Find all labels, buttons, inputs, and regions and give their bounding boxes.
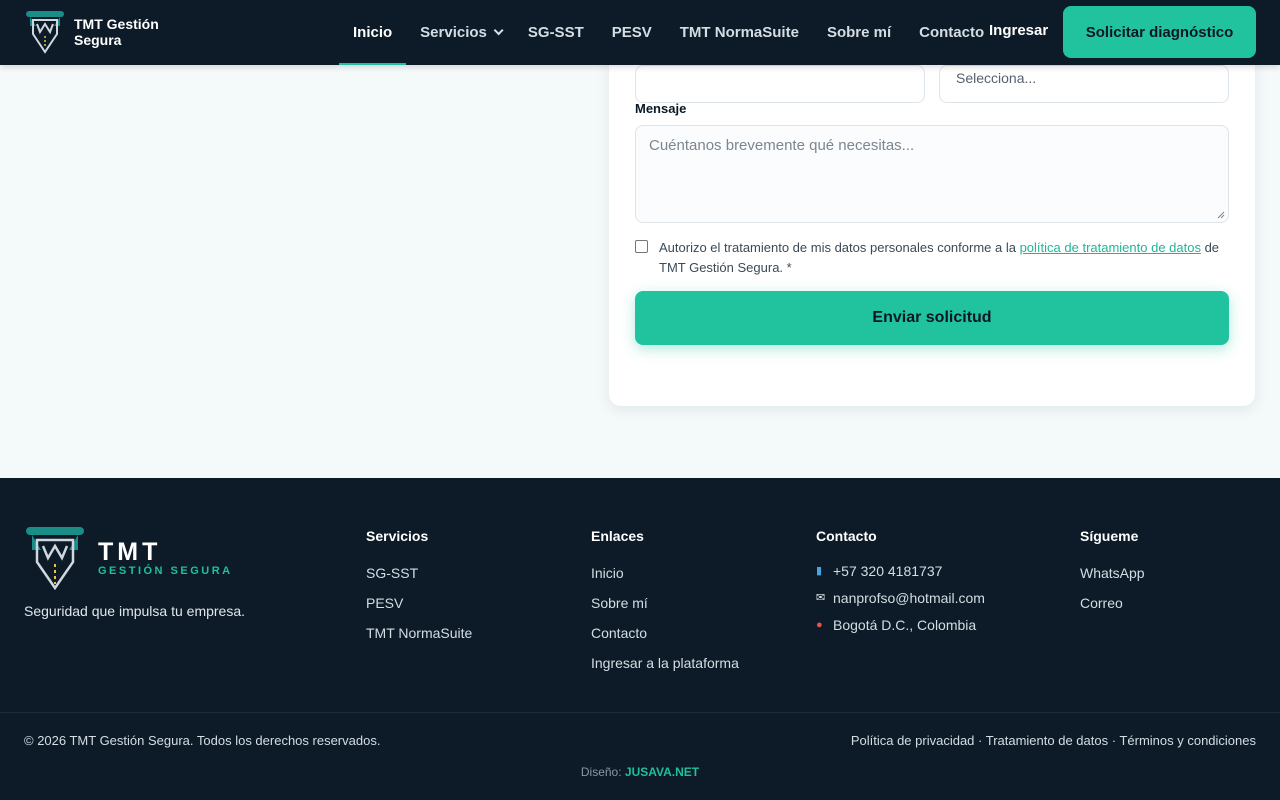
footer-link-normasuite[interactable]: TMT NormaSuite (366, 618, 472, 648)
designer-link[interactable]: JUSAVA.NET (625, 765, 699, 779)
legal-links: Política de privacidad · Tratamiento de … (851, 733, 1256, 748)
design-credit: Diseño: JUSAVA.NET (0, 765, 1280, 779)
legal-separator: · (974, 733, 986, 748)
nav-normasuite-label: TMT NormaSuite (679, 24, 799, 41)
footer-logo-subtitle: GESTIÓN SEGURA (98, 565, 233, 577)
footer-services-column: Servicios SG-SST PESV TMT NormaSuite (366, 528, 472, 654)
privacy-policy-footer-link[interactable]: Política de privacidad (851, 733, 975, 748)
copyright: © 2026 TMT Gestión Segura. Todos los der… (24, 733, 381, 748)
footer-follow-heading: Sígueme (1080, 528, 1139, 544)
message-textarea[interactable]: Cuéntanos brevemente qué necesitas... (635, 125, 1229, 223)
text-input-field[interactable] (635, 65, 925, 103)
consent-checkbox[interactable] (635, 240, 648, 253)
site-header: TMT Gestión Segura Inicio Servicios SG-S… (0, 0, 1280, 65)
brand-line2: Segura (74, 32, 122, 48)
footer-contact-heading: Contacto (816, 528, 877, 544)
footer-services-heading: Servicios (366, 528, 429, 544)
legal-separator: · (1108, 733, 1120, 748)
service-select[interactable]: Selecciona... (939, 65, 1229, 103)
contact-form-card: Selecciona... Mensaje Cuéntanos brevemen… (609, 20, 1255, 406)
message-placeholder: Cuéntanos brevemente qué necesitas... (649, 137, 915, 154)
footer-link-correo[interactable]: Correo (1080, 588, 1145, 618)
submit-request-button[interactable]: Enviar solicitud (635, 291, 1229, 345)
footer-logo-title: TMT (98, 538, 162, 566)
tmt-logo-icon (26, 11, 64, 54)
nav-contacto[interactable]: Contacto (905, 0, 998, 65)
terms-link[interactable]: Términos y condiciones (1119, 733, 1256, 748)
chevron-down-icon (493, 25, 504, 36)
footer-link-inicio[interactable]: Inicio (591, 558, 739, 588)
footer-contact-column: Contacto ▮ +57 320 4181737 ✉ nanprofso@hot… (816, 528, 985, 645)
footer-email[interactable]: ✉ nanprofso@hotmail.com (816, 585, 985, 612)
nav-inicio[interactable]: Inicio (339, 0, 407, 65)
site-footer: TMT GESTIÓN SEGURA Seguridad que impulsa… (0, 478, 1280, 800)
footer-link-whatsapp[interactable]: WhatsApp (1080, 558, 1145, 588)
footer-phone[interactable]: ▮ +57 320 4181737 (816, 558, 985, 585)
nav-normasuite[interactable]: TMT NormaSuite (666, 0, 813, 65)
nav-sobre-mi[interactable]: Sobre mí (813, 0, 905, 65)
main-nav: Inicio Servicios SG-SST PESV TMT NormaSu… (339, 0, 998, 65)
brand-line1: TMT Gestión (74, 16, 159, 32)
service-select-value: Selecciona... (956, 70, 1037, 86)
nav-pesv-label: PESV (611, 24, 652, 41)
consent-row: Autorizo el tratamiento de mis datos per… (635, 238, 1235, 278)
nav-sobre-mi-label: Sobre mí (826, 24, 892, 41)
consent-text-before: Autorizo el tratamiento de mis datos per… (659, 240, 1020, 255)
footer-follow-column: Sígueme WhatsApp Correo (1080, 528, 1145, 624)
resize-grip-icon[interactable] (1217, 211, 1225, 219)
footer-link-contacto[interactable]: Contacto (591, 618, 739, 648)
design-credit-label: Diseño: (580, 765, 625, 779)
map-pin-icon: ● (816, 619, 823, 631)
footer-link-sg-sst[interactable]: SG-SST (366, 558, 472, 588)
nav-sg-sst[interactable]: SG-SST (514, 0, 598, 65)
privacy-policy-link[interactable]: política de tratamiento de datos (1020, 240, 1201, 255)
footer-location: ● Bogotá D.C., Colombia (816, 612, 985, 639)
footer-link-sobre-mi[interactable]: Sobre mí (591, 588, 739, 618)
footer-divider (0, 712, 1280, 713)
footer-links-column: Enlaces Inicio Sobre mí Contacto Ingresa… (591, 528, 739, 684)
brand-logo-link[interactable]: TMT Gestión Segura (24, 10, 159, 54)
envelope-icon: ✉ (816, 592, 826, 604)
footer-link-pesv[interactable]: PESV (366, 588, 472, 618)
tmt-logo-icon (26, 527, 84, 590)
nav-servicios[interactable]: Servicios (406, 0, 514, 65)
brand-name: TMT Gestión Segura (74, 16, 159, 48)
login-link[interactable]: Ingresar (989, 22, 1048, 39)
footer-tagline: Seguridad que impulsa tu empresa. (24, 603, 246, 619)
footer-phone-text: +57 320 4181737 (833, 563, 943, 579)
nav-contacto-label: Contacto (919, 24, 985, 41)
nav-inicio-label: Inicio (353, 24, 393, 41)
footer-links-heading: Enlaces (591, 528, 644, 544)
request-diagnosis-button[interactable]: Solicitar diagnóstico (1063, 6, 1256, 58)
footer-email-text: nanprofso@hotmail.com (833, 590, 985, 606)
data-treatment-link[interactable]: Tratamiento de datos (986, 733, 1108, 748)
message-label: Mensaje (635, 101, 687, 116)
nav-servicios-label: Servicios (420, 24, 487, 41)
nav-pesv[interactable]: PESV (598, 0, 666, 65)
consent-text: Autorizo el tratamiento de mis datos per… (659, 238, 1235, 278)
footer-location-text: Bogotá D.C., Colombia (833, 617, 977, 633)
footer-logo: TMT GESTIÓN SEGURA (24, 526, 233, 590)
nav-sg-sst-label: SG-SST (527, 24, 584, 41)
phone-icon: ▮ (816, 565, 823, 577)
footer-link-platform-login[interactable]: Ingresar a la plataforma (591, 648, 739, 678)
